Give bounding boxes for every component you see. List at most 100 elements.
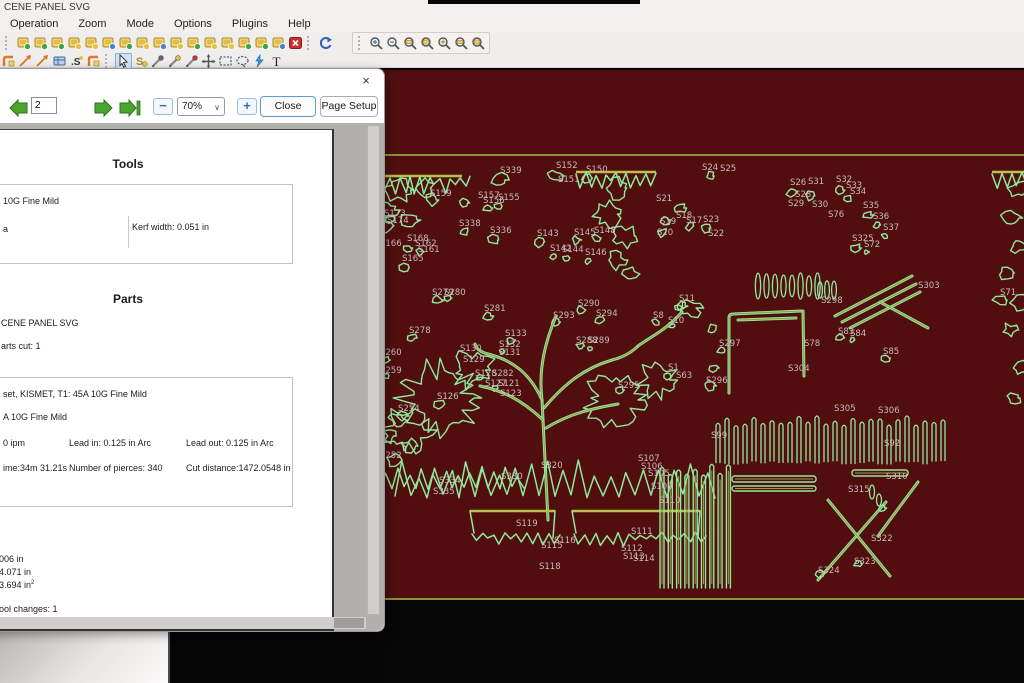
select-similar-icon[interactable]: S [132, 53, 149, 69]
part-label-s129: S129 [463, 355, 485, 365]
delete-part-icon[interactable] [287, 35, 304, 51]
segment-edit-icon[interactable] [166, 53, 183, 69]
part-label-s335: S335 [433, 487, 455, 497]
menu-help[interactable]: Help [278, 16, 321, 32]
move-origin-icon[interactable] [200, 53, 217, 69]
point-tool-icon[interactable] [17, 53, 34, 69]
part-label-s148: S148 [594, 226, 616, 236]
zoom-out-icon[interactable] [385, 35, 402, 51]
part-label-s30: S30 [812, 200, 828, 210]
zoom-part-icon[interactable] [419, 35, 436, 51]
post-script-icon[interactable]: .S [68, 53, 85, 69]
zoom-level-value: 70% [182, 101, 202, 112]
part-label-s295: S295 [618, 381, 640, 391]
insert-part-icon[interactable] [66, 35, 83, 51]
paste-part-icon[interactable] [83, 35, 100, 51]
copy-selection-icon[interactable] [100, 35, 117, 51]
part-label-s159: S159 [430, 189, 452, 199]
part-label-s11: S11 [679, 294, 695, 304]
zoom-in-icon[interactable] [368, 35, 385, 51]
part-label-s118: S118 [539, 562, 561, 572]
add-to-nest-icon[interactable] [117, 35, 134, 51]
node-edit-icon[interactable] [149, 53, 166, 69]
lift-part-icon[interactable] [236, 35, 253, 51]
zoom-extents-icon[interactable] [436, 35, 453, 51]
link-part-icon[interactable] [202, 35, 219, 51]
part-label-s282: S282 [492, 369, 514, 379]
replace-part-icon[interactable] [253, 35, 270, 51]
line-tool-icon[interactable] [34, 53, 51, 69]
part-label-s115: S115 [541, 541, 563, 551]
simulate-icon[interactable] [251, 53, 268, 69]
insert-text-icon[interactable]: T [268, 53, 285, 69]
part-label-s123: S123 [500, 389, 522, 399]
part-label-s17: S17 [686, 216, 702, 226]
part-label-s109: S109 [651, 482, 673, 492]
part-label-s37: S37 [883, 223, 899, 233]
part-label-s306: S306 [878, 406, 900, 416]
machine-setup-icon[interactable] [51, 53, 68, 69]
part-label-s35: S35 [863, 201, 879, 211]
zoom-out-button[interactable]: − [153, 98, 173, 115]
part-label-s297: S297 [719, 339, 741, 349]
polygon-select-icon[interactable] [234, 53, 251, 69]
lead-out: Lead out: 0.125 in Arc [186, 438, 274, 448]
last-page-button[interactable] [118, 96, 142, 120]
zoom-in-button[interactable]: + [237, 98, 257, 115]
zoom-sheet-icon[interactable] [453, 35, 470, 51]
previous-page-button[interactable] [7, 96, 31, 120]
zoom-level-dropdown[interactable]: 70% ∨ [177, 97, 225, 116]
part-label-s76: S76 [828, 210, 844, 220]
page-setup-button[interactable]: Page Setup [320, 96, 378, 117]
next-page-button[interactable] [91, 96, 115, 120]
part-label-s304: S304 [788, 364, 810, 374]
preview-toolbar: 2 − 70% ∨ + Close Page Setup [0, 93, 384, 123]
part-label-s310: S310 [886, 472, 908, 482]
contour-edit-icon[interactable] [183, 53, 200, 69]
size-y: 4.071 in [0, 567, 31, 577]
paste-array-icon[interactable] [185, 35, 202, 51]
undo-icon[interactable] [317, 35, 334, 51]
part-label-s322: S322 [871, 534, 893, 544]
part-label-s146: S146 [585, 248, 607, 258]
part-label-s330: S330 [501, 472, 523, 482]
jet-mode-icon[interactable] [0, 53, 17, 69]
part-label-s72: S72 [864, 240, 880, 250]
part-label-s92: S92 [884, 439, 900, 449]
duplicate-part-icon[interactable] [49, 35, 66, 51]
part-list-icon[interactable] [270, 35, 287, 51]
move-to-sheet-icon[interactable] [168, 35, 185, 51]
parts-panel [0, 632, 170, 683]
menu-mode[interactable]: Mode [116, 16, 164, 32]
menu-operation[interactable]: Operation [0, 16, 68, 32]
close-icon[interactable]: × [358, 73, 374, 89]
copy-part-icon[interactable] [32, 35, 49, 51]
zoom-selected-icon[interactable] [470, 35, 487, 51]
part-label-s110: S110 [659, 496, 681, 506]
menu-zoom[interactable]: Zoom [68, 16, 116, 32]
copy-to-sheet-icon[interactable] [151, 35, 168, 51]
select-tool-icon[interactable] [115, 53, 132, 69]
paste-to-nest-icon[interactable] [134, 35, 151, 51]
contour-offset-icon[interactable] [85, 53, 102, 69]
page-number-input[interactable]: 2 [31, 97, 57, 114]
part-label-s289: S289 [588, 336, 610, 346]
tools-divider [128, 216, 129, 248]
canvas-void [170, 632, 382, 683]
add-part-icon[interactable] [15, 35, 32, 51]
horizontal-scrollbar[interactable] [0, 617, 366, 629]
pick-part-icon[interactable] [219, 35, 236, 51]
dialog-titlebar[interactable]: × [0, 69, 384, 93]
vertical-scrollbar[interactable] [367, 125, 380, 615]
window-select-icon[interactable] [217, 53, 234, 69]
toolbar-separator [105, 54, 112, 68]
drawing-canvas[interactable]: S339S152S151S150S24S25S21S18S19S20S17S23… [380, 68, 1024, 683]
zoom-window-icon[interactable] [402, 35, 419, 51]
menu-options[interactable]: Options [164, 16, 222, 32]
scrollbar-thumb[interactable] [334, 618, 364, 628]
part-label-s29: S29 [788, 199, 804, 209]
part-label-s338: S338 [459, 219, 481, 229]
close-button[interactable]: Close [260, 96, 316, 117]
kerf-width: Kerf width: 0.051 in [132, 222, 209, 232]
menu-plugins[interactable]: Plugins [222, 16, 278, 32]
